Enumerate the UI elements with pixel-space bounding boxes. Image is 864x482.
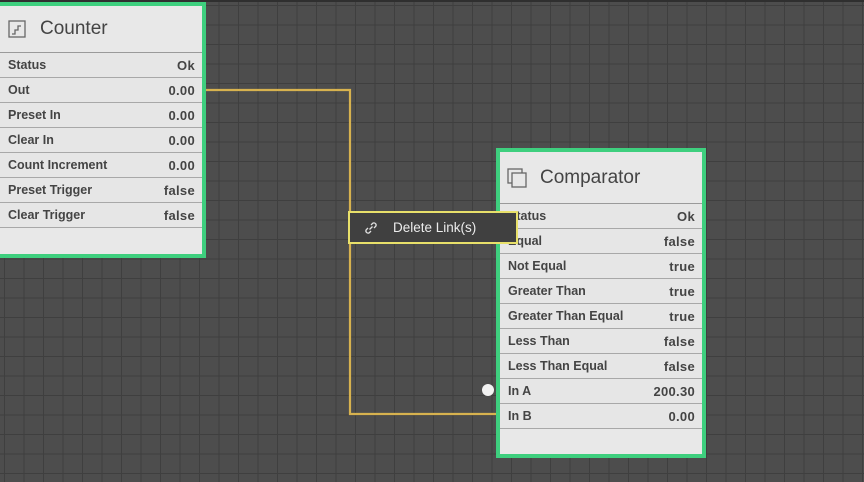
row-label: Preset Trigger — [8, 183, 93, 197]
counter-footer — [0, 228, 202, 253]
row-label: Count Increment — [8, 158, 108, 172]
counter-row-count-increment[interactable]: Count Increment 0.00 — [0, 153, 202, 178]
row-value: false — [663, 233, 695, 249]
row-value: true — [669, 283, 695, 299]
comparator-header[interactable]: Comparator — [500, 152, 702, 204]
counter-icon — [6, 18, 28, 40]
comparator-row-status[interactable]: Status Ok — [500, 204, 702, 229]
row-value: 0.00 — [168, 107, 195, 123]
row-value: 200.30 — [653, 383, 695, 399]
delete-link-label: Delete Link(s) — [393, 220, 477, 235]
comparator-icon — [506, 167, 528, 189]
comparator-footer — [500, 429, 702, 454]
comparator-row-in-b[interactable]: In B 0.00 — [500, 404, 702, 429]
row-label: Status — [8, 58, 47, 72]
row-value: Ok — [677, 208, 695, 224]
counter-title: Counter — [40, 18, 108, 39]
comparator-node[interactable]: Comparator Status Ok Equal false Not Equ… — [496, 148, 706, 458]
row-value: true — [669, 308, 695, 324]
unlink-icon — [361, 218, 381, 238]
row-value: true — [669, 258, 695, 274]
row-value: 0.00 — [168, 132, 195, 148]
delete-link-menu-item[interactable]: Delete Link(s) — [348, 211, 518, 244]
row-value: Ok — [177, 57, 195, 73]
row-label: Out — [8, 83, 30, 97]
counter-row-status[interactable]: Status Ok — [0, 53, 202, 78]
row-value: false — [663, 358, 695, 374]
row-value: false — [163, 207, 195, 223]
counter-row-preset-in[interactable]: Preset In 0.00 — [0, 103, 202, 128]
counter-header[interactable]: Counter — [0, 6, 202, 53]
row-value: 0.00 — [668, 408, 695, 424]
row-label: Less Than — [508, 334, 570, 348]
comparator-row-less-than[interactable]: Less Than false — [500, 329, 702, 354]
counter-row-clear-trigger[interactable]: Clear Trigger false — [0, 203, 202, 228]
row-label: Clear Trigger — [8, 208, 86, 222]
counter-row-preset-trigger[interactable]: Preset Trigger false — [0, 178, 202, 203]
in-a-port-handle[interactable] — [482, 384, 494, 396]
row-label: Less Than Equal — [508, 359, 608, 373]
counter-row-out[interactable]: Out 0.00 — [0, 78, 202, 103]
comparator-title: Comparator — [540, 166, 641, 188]
row-value: false — [163, 182, 195, 198]
row-label: Greater Than — [508, 284, 586, 298]
row-label: Not Equal — [508, 259, 567, 273]
row-value: 0.00 — [168, 82, 195, 98]
row-label: In B — [508, 409, 532, 423]
comparator-row-less-than-equal[interactable]: Less Than Equal false — [500, 354, 702, 379]
counter-row-clear-in[interactable]: Clear In 0.00 — [0, 128, 202, 153]
row-label: Greater Than Equal — [508, 309, 624, 323]
row-label: Clear In — [8, 133, 54, 147]
comparator-row-in-a[interactable]: In A 200.30 — [500, 379, 702, 404]
comparator-row-equal[interactable]: Equal false — [500, 229, 702, 254]
comparator-row-greater-than[interactable]: Greater Than true — [500, 279, 702, 304]
comparator-row-not-equal[interactable]: Not Equal true — [500, 254, 702, 279]
counter-node[interactable]: Counter Status Ok Out 0.00 Preset In 0.0… — [0, 2, 206, 258]
row-label: Preset In — [8, 108, 61, 122]
row-value: 0.00 — [168, 157, 195, 173]
row-value: false — [663, 333, 695, 349]
comparator-row-greater-than-equal[interactable]: Greater Than Equal true — [500, 304, 702, 329]
row-label: In A — [508, 384, 532, 398]
